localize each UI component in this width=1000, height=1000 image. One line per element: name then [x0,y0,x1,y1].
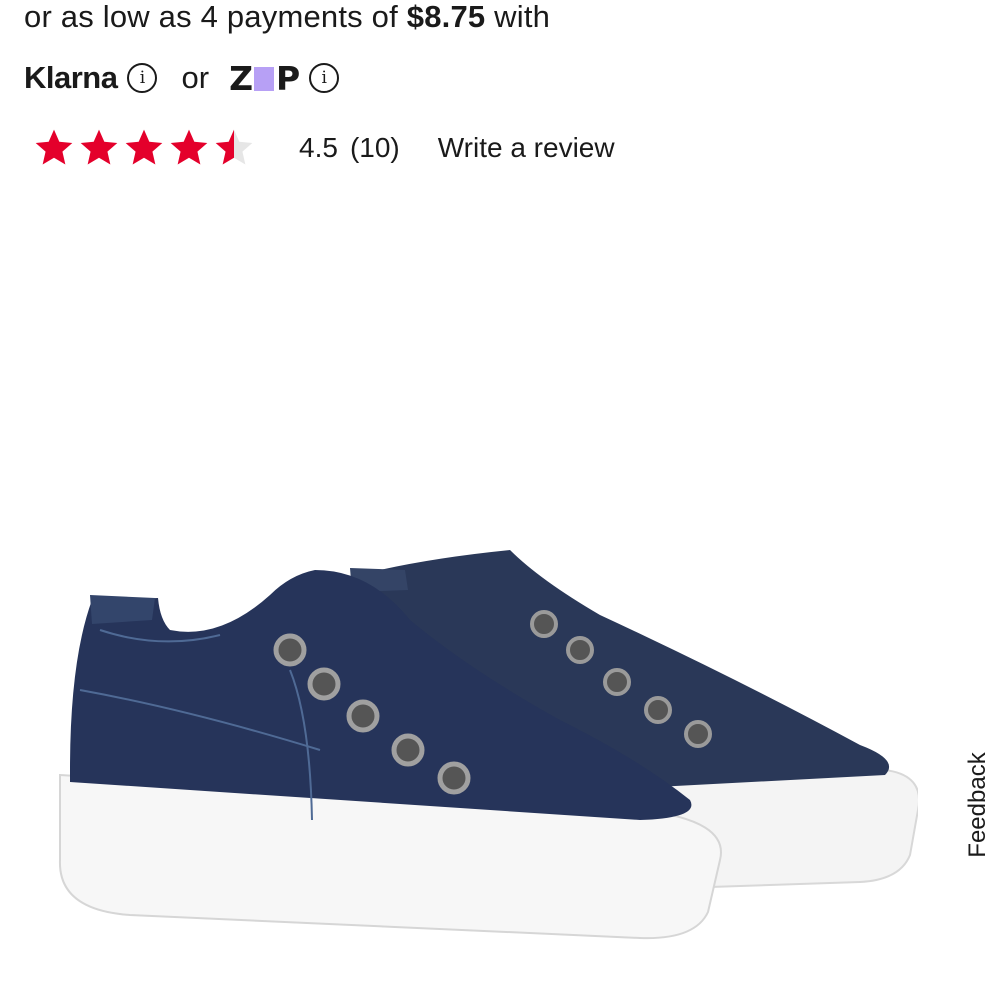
providers-or-text: or [181,60,210,95]
review-count[interactable]: (10) [350,132,400,164]
star-rating[interactable] [32,126,257,170]
installment-text: or as low as 4 payments of $8.75 with [24,0,550,40]
zip-logo-block [254,67,274,91]
star-icon [215,129,253,165]
klarna-logo: Klarna [24,60,118,95]
rating-row: 4.5 (10) Write a review [32,120,615,176]
star-icon [170,129,208,165]
zip-logo-left: Z [229,58,253,98]
zip-info-icon[interactable]: i [309,63,340,93]
feedback-tab[interactable]: Feedback [918,720,1000,885]
write-review-link[interactable]: Write a review [438,132,615,164]
star-icon [35,129,73,165]
feedback-label: Feedback [964,752,991,858]
installment-amount: $8.75 [406,0,486,34]
star-icon [80,129,118,165]
payment-providers: Klarna i or ZP i [24,52,340,104]
sneaker-image [58,550,920,940]
klarna-info-icon[interactable]: i [127,63,158,93]
zip-logo-right: P [276,58,300,98]
installment-prefix: or as low as 4 payments of [24,0,407,34]
star-icon [125,129,163,165]
rating-value: 4.5 [299,132,338,163]
installment-suffix: with [485,0,551,34]
zip-logo: ZP [229,58,300,98]
